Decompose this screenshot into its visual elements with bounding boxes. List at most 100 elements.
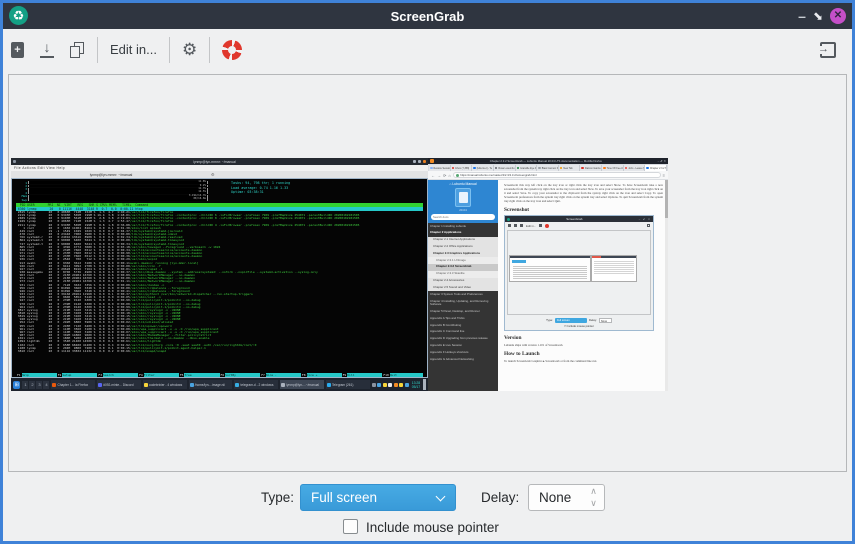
sidebar-nav-item: Appendix B Contributing bbox=[428, 322, 498, 329]
favicon bbox=[560, 167, 563, 170]
terminal-tabbar: lynmp@lyn-mmnr: ~/manual ⚙ bbox=[11, 171, 428, 178]
nested-help-icon bbox=[545, 224, 549, 228]
copy-button[interactable] bbox=[62, 35, 93, 65]
taskbar-window-button: telegram-d - 2 windows bbox=[234, 380, 278, 389]
url-bar: https://manual.lubuntu.me/master/2/2.3/2… bbox=[453, 172, 661, 178]
toolbar-separator bbox=[169, 37, 170, 63]
page-scrollbar bbox=[665, 180, 668, 391]
new-screenshot-button[interactable] bbox=[3, 35, 32, 65]
launch-heading: How to Launch bbox=[504, 351, 663, 357]
system-tray bbox=[372, 383, 409, 387]
docs-main: ScreenGrab this way left click on the tr… bbox=[498, 180, 668, 391]
spin-down-icon[interactable]: ∨ bbox=[589, 499, 598, 508]
taskbar-window-button: Telegram (261) bbox=[326, 380, 370, 389]
favicon bbox=[495, 167, 498, 170]
sidebar-nav-item: Chapter 2.3.3 Skanlite bbox=[428, 271, 498, 278]
tray-icon bbox=[399, 383, 403, 387]
toolbar-separator bbox=[97, 37, 98, 63]
htop-meters: 1 11.8% 2 9.2% 3 bbox=[16, 181, 427, 203]
spin-up-icon[interactable]: ∧ bbox=[589, 487, 598, 496]
tray-icon bbox=[405, 383, 409, 387]
taskbar-window-button: /home/lyn....image.nii bbox=[189, 380, 233, 389]
docs-sidebar: ⌂ Lubuntu Manual 20.04 Chapter 1 Install… bbox=[428, 180, 498, 391]
screenshot-heading: Screenshot bbox=[504, 207, 663, 213]
delay-spinbox[interactable]: None ∧ ∨ bbox=[528, 484, 605, 511]
fn-key: F6SortBy bbox=[220, 373, 261, 377]
type-label: Type: bbox=[261, 490, 294, 505]
nested-thumb-left bbox=[509, 255, 591, 282]
version-text: Lubuntu ships with version 1.101 of Scre… bbox=[504, 343, 663, 347]
maximize-button[interactable]: ⬊ bbox=[813, 9, 823, 23]
screenshot-preview: lynmp@lyn-mmnr: ~/manual File Actions Ed… bbox=[11, 158, 668, 391]
favicon bbox=[603, 167, 606, 170]
edit-in-button[interactable]: Edit in... bbox=[102, 35, 165, 65]
preview-frame: lynmp@lyn-mmnr: ~/manual File Actions Ed… bbox=[8, 74, 847, 472]
delay-label: Delay: bbox=[481, 490, 519, 505]
quit-button[interactable]: → bbox=[812, 35, 844, 65]
fn-key: F2Setup bbox=[57, 373, 98, 377]
app-logo-icon: ♻ bbox=[9, 6, 28, 25]
new-screenshot-icon bbox=[11, 42, 24, 58]
window-title: ScreenGrab bbox=[3, 9, 852, 24]
tray-icon bbox=[388, 383, 392, 387]
type-value: Full screen bbox=[311, 490, 377, 505]
sidebar-nav-item: Appendix A Tips and Tricks bbox=[428, 315, 498, 322]
favicon bbox=[625, 167, 628, 170]
launch-text: To launch ScreenGrab Graphics ▸ ScreenGr… bbox=[504, 359, 663, 363]
nested-exit-icon bbox=[647, 224, 651, 228]
close-button[interactable]: ✕ bbox=[830, 8, 846, 24]
chevron-down-icon bbox=[436, 492, 446, 502]
forward-icon: → bbox=[437, 173, 441, 178]
sidebar-nav-item: Chapter 2.4 Accessories bbox=[428, 278, 498, 285]
favicon bbox=[538, 167, 541, 170]
minimize-button[interactable]: – bbox=[798, 8, 806, 24]
settings-button[interactable]: ⚙ bbox=[174, 35, 205, 65]
taskbar-clock: 13:28 05/17 bbox=[411, 381, 422, 389]
nested-preview bbox=[507, 230, 651, 315]
help-button[interactable] bbox=[214, 35, 250, 65]
sidebar-version: 20.04 bbox=[430, 208, 496, 212]
show-desktop-strip bbox=[423, 379, 426, 390]
htop-process-list: 2815 lynmp 20 0 4065M 712M 152M S 1.3 4.… bbox=[16, 211, 427, 373]
terminal-body: 1 11.8% 2 9.2% 3 bbox=[11, 178, 428, 378]
docs-paragraph: ScreenGrab this way left click on the tr… bbox=[504, 183, 663, 203]
save-button[interactable]: ↓ bbox=[32, 35, 62, 65]
toolbar-separator bbox=[209, 37, 210, 63]
tray-icon bbox=[377, 383, 381, 387]
sidebar-nav: Chapter 1 Installing Lubuntu Chapter 2 A… bbox=[428, 223, 498, 391]
back-icon: ← bbox=[431, 173, 435, 178]
favicon bbox=[581, 167, 584, 170]
favicon bbox=[452, 167, 455, 170]
htop-function-keys: F1Help F2Setup F3Search F4Filter F5Tree … bbox=[16, 373, 423, 377]
fn-key: F3Search bbox=[97, 373, 138, 377]
fn-key: F1Help bbox=[16, 373, 57, 377]
padlock-icon bbox=[456, 174, 459, 177]
save-icon: ↓ bbox=[40, 42, 54, 58]
nested-thumb-right bbox=[591, 255, 637, 282]
include-pointer-checkbox[interactable] bbox=[343, 519, 358, 534]
sidebar-nav-item: Chapter 2.3.1 LXImage bbox=[428, 257, 498, 264]
type-combobox[interactable]: Full screen bbox=[300, 484, 456, 511]
terminal-close-icon bbox=[423, 160, 426, 163]
htop-summary: Tasks: 94, 798 thr; 1 running Load avera… bbox=[231, 181, 290, 195]
tray-icon bbox=[394, 383, 398, 387]
htop-columns: 2815 lynmp 20 0 4065M 712M 152M S 1.3 4.… bbox=[16, 211, 130, 353]
sidebar-nav-item: Chapter 2.1 Internet Applications bbox=[428, 237, 498, 244]
lubuntu-book-icon bbox=[455, 188, 471, 207]
terminal-tab: lynmp@lyn-mmnr: ~/manual bbox=[11, 173, 211, 177]
fn-key: F9Kill bbox=[342, 373, 383, 377]
toolbar: ↓ Edit in... ⚙ → bbox=[3, 29, 852, 70]
htop-commands: /usr/lib/firefox/firefox /usr/lib/firefo… bbox=[130, 211, 427, 353]
titlebar: ♻ ScreenGrab – ⬊ ✕ bbox=[3, 3, 852, 29]
nested-toolbar: Edit in... bbox=[505, 222, 653, 229]
menu-icon: ≡ bbox=[663, 173, 665, 178]
include-pointer-label: Include mouse pointer bbox=[366, 520, 499, 535]
version-heading: Version bbox=[504, 335, 663, 341]
terminal-gear-icon: ⚙ bbox=[211, 172, 215, 177]
sidebar-nav-item: Appendix E Live Session bbox=[428, 342, 498, 349]
fn-key: F7Nice - bbox=[260, 373, 301, 377]
sidebar-nav-item: Chapter 4 Installing, Updating, and Remo… bbox=[428, 298, 498, 308]
favicon bbox=[473, 167, 476, 170]
help-lifebuoy-icon bbox=[222, 40, 242, 60]
sidebar-nav-item: Chapter 2.3.2 ScreenGrab bbox=[428, 264, 498, 271]
